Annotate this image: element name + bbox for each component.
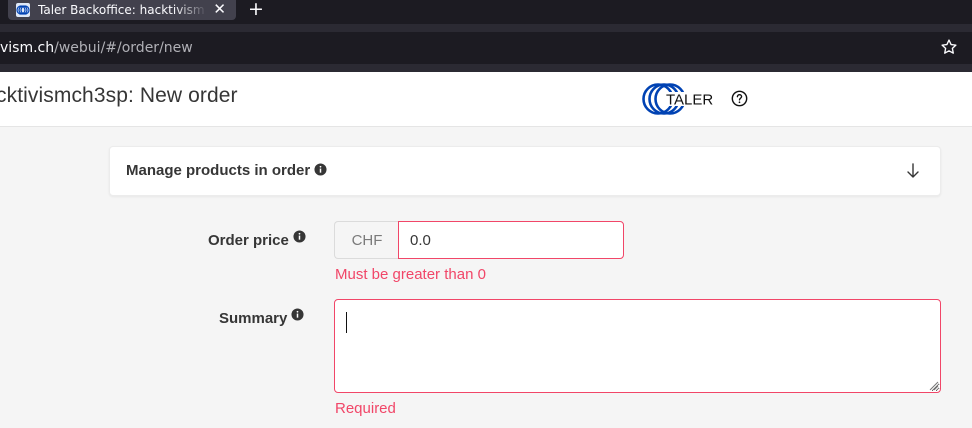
new-tab-icon[interactable]: + — [246, 0, 266, 20]
url-path: /webui/#/order/new — [54, 40, 193, 56]
browser-tab-title: Taler Backoffice: hacktivism — [38, 3, 205, 17]
url-host: vism.ch — [0, 40, 55, 56]
summary-textarea[interactable] — [334, 299, 941, 393]
page-title: cktivismch3sp: New order — [0, 84, 238, 107]
browser-tab[interactable]: Taler Backoffice: hacktivism ✕ — [8, 0, 236, 20]
order-price-input[interactable] — [398, 221, 624, 259]
close-tab-icon[interactable]: ✕ — [213, 1, 226, 17]
arrow-down-icon[interactable] — [906, 163, 920, 179]
manage-products-label: Manage products in order — [126, 162, 311, 179]
taler-logo[interactable]: TALER — [641, 81, 721, 117]
order-price-label: Order price — [208, 230, 306, 249]
summary-label-text: Summary — [219, 310, 288, 327]
browser-tab-strip: Taler Backoffice: hacktivism ✕ + — [0, 0, 972, 24]
browser-navbar: vism.ch/webui/#/order/new — [0, 24, 972, 72]
order-price-label-text: Order price — [208, 232, 289, 249]
taler-favicon-icon — [16, 3, 30, 17]
info-icon[interactable] — [314, 163, 327, 176]
summary-label: Summary — [219, 308, 304, 327]
resize-grip-icon[interactable] — [928, 380, 939, 391]
text-cursor — [346, 312, 347, 333]
taler-logo-text: TALER — [666, 92, 713, 109]
manage-products-title: Manage products in order — [126, 162, 327, 179]
manage-products-card[interactable]: Manage products in order — [109, 146, 941, 196]
help-icon[interactable] — [731, 90, 748, 107]
currency-addon: CHF — [334, 221, 399, 259]
app-header: cktivismch3sp: New order TALER — [0, 72, 972, 127]
order-price-error: Must be greater than 0 — [335, 266, 486, 283]
url-bar[interactable]: vism.ch/webui/#/order/new — [0, 32, 972, 64]
info-icon[interactable] — [293, 230, 306, 243]
bookmark-star-icon[interactable] — [940, 38, 958, 56]
summary-error: Required — [335, 400, 396, 417]
info-icon[interactable] — [291, 308, 304, 321]
